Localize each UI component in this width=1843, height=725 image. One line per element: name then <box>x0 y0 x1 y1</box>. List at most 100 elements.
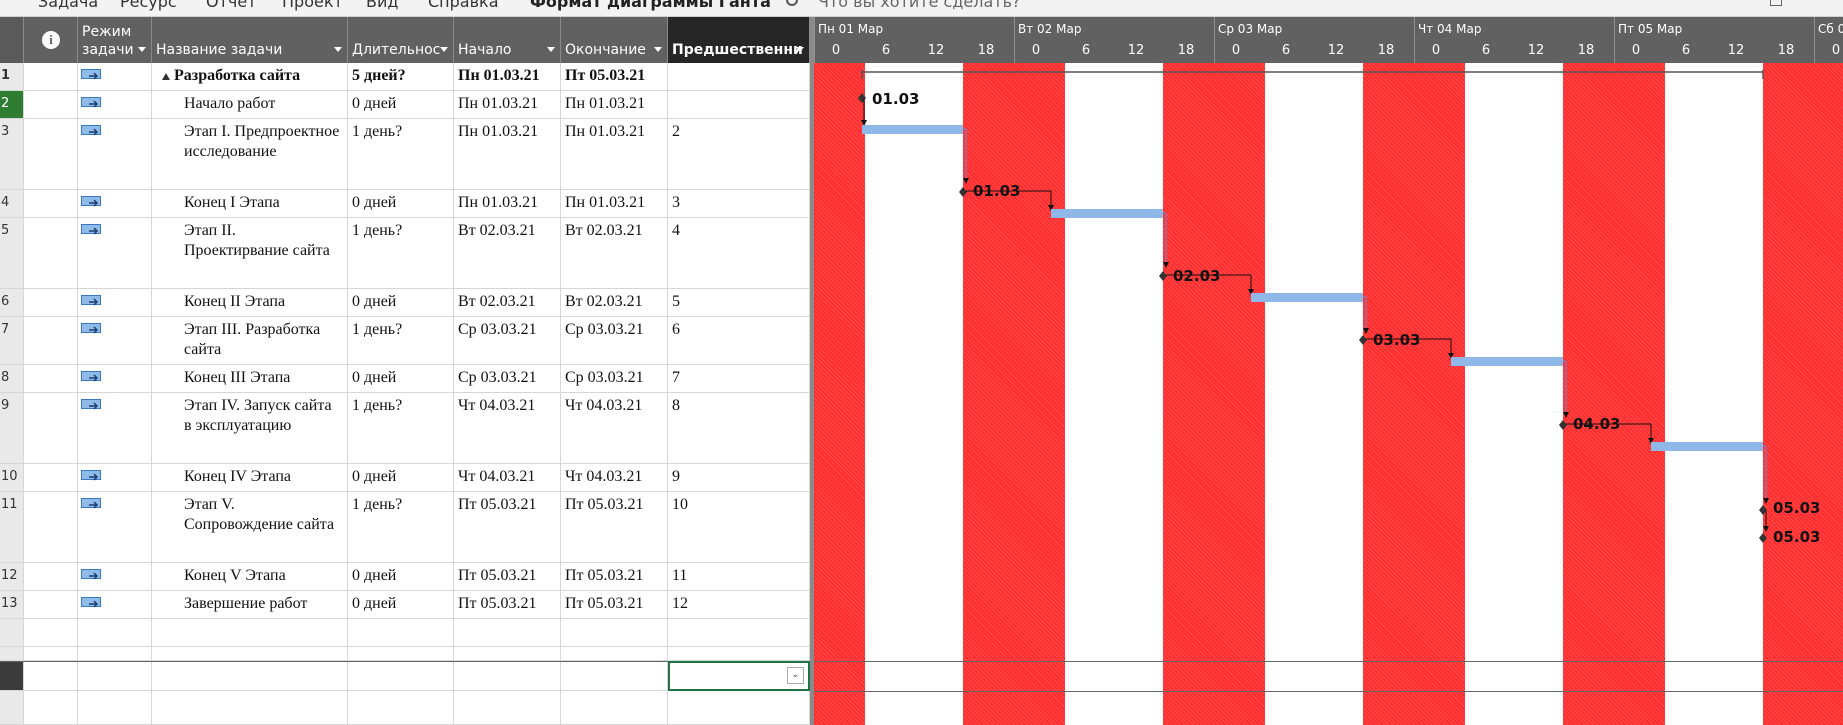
task-finish[interactable]: Вт 02.03.21 <box>561 289 668 316</box>
task-duration[interactable]: 0 дней <box>348 289 454 316</box>
task-name[interactable]: Конец I Этапа <box>152 190 348 217</box>
task-name[interactable]: Конец III Этапа <box>152 365 348 392</box>
ribbon-tab-project[interactable]: Проект <box>282 0 343 11</box>
task-predecessors[interactable]: 9 <box>668 464 810 491</box>
task-finish[interactable]: Пн 01.03.21 <box>561 119 668 189</box>
task-predecessors[interactable]: 12 <box>668 591 810 618</box>
task-predecessors[interactable]: 4 <box>668 218 810 288</box>
task-duration[interactable]: 1 день? <box>348 393 454 463</box>
table-row[interactable]: 12 Конец V Этапа 0 дней Пт 05.03.21 Пт 0… <box>0 563 810 591</box>
task-duration[interactable]: 0 дней <box>348 591 454 618</box>
task-predecessors[interactable]: 10 <box>668 492 810 562</box>
row-number[interactable]: 12 <box>0 563 24 590</box>
task-name[interactable]: Этап IV. Запуск сайта в эксплуатацию <box>152 393 348 463</box>
task-predecessors[interactable]: 6 <box>668 317 810 364</box>
table-row[interactable]: 11 Этап V. Сопровождение сайта 1 день? П… <box>0 492 810 563</box>
gantt-chart[interactable]: Пн 01 Мар Вт 02 Мар Ср 03 Мар Чт 04 Мар … <box>814 17 1843 725</box>
task-name[interactable]: Конец II Этапа <box>152 289 348 316</box>
task-duration[interactable]: 1 день? <box>348 119 454 189</box>
task-start[interactable]: Чт 04.03.21 <box>454 393 561 463</box>
predecessors-edit-cell[interactable]: ⌄ <box>668 661 810 691</box>
task-predecessors[interactable] <box>668 91 810 118</box>
table-row[interactable]: 2 Начало работ 0 дней Пн 01.03.21 Пн 01.… <box>0 91 810 119</box>
task-bar[interactable] <box>1051 209 1163 218</box>
task-predecessors[interactable]: 3 <box>668 190 810 217</box>
task-start[interactable]: Пт 05.03.21 <box>454 591 561 618</box>
table-row[interactable]: 13 Завершение работ 0 дней Пт 05.03.21 П… <box>0 591 810 619</box>
timescale-header[interactable]: Пн 01 Мар Вт 02 Мар Ср 03 Мар Чт 04 Мар … <box>814 17 1843 63</box>
task-name[interactable]: Этап II. Проектирвание сайта <box>152 218 348 288</box>
table-row[interactable]: 9 Этап IV. Запуск сайта в эксплуатацию 1… <box>0 393 810 464</box>
task-bar[interactable] <box>1251 293 1363 302</box>
task-duration[interactable]: 0 дней <box>348 365 454 392</box>
tell-me-search-input[interactable]: Что вы хотите сделать? <box>818 0 1021 11</box>
task-duration[interactable]: 1 день? <box>348 218 454 288</box>
task-bar[interactable] <box>1651 442 1763 451</box>
column-header-finish[interactable]: Окончание <box>561 17 668 63</box>
task-bar[interactable] <box>862 125 963 134</box>
row-number[interactable]: 3 <box>0 119 24 189</box>
task-start[interactable]: Пн 01.03.21 <box>454 91 561 118</box>
select-all-corner[interactable] <box>0 17 24 63</box>
task-start[interactable]: Пн 01.03.21 <box>454 190 561 217</box>
empty-row[interactable] <box>0 691 810 725</box>
search-icon[interactable] <box>786 0 798 6</box>
task-start[interactable]: Пн 01.03.21 <box>454 63 561 90</box>
task-name[interactable]: Конец V Этапа <box>152 563 348 590</box>
indicators-column-header[interactable]: i <box>24 17 78 63</box>
column-header-start[interactable]: Начало <box>454 17 561 63</box>
table-row[interactable]: 4 Конец I Этапа 0 дней Пн 01.03.21 Пн 01… <box>0 190 810 218</box>
task-finish[interactable]: Пн 01.03.21 <box>561 91 668 118</box>
task-start[interactable]: Ср 03.03.21 <box>454 365 561 392</box>
task-name[interactable]: Начало работ <box>152 91 348 118</box>
milestone-marker[interactable] <box>1359 335 1367 345</box>
chevron-down-icon[interactable] <box>334 47 342 52</box>
task-duration[interactable]: 1 день? <box>348 492 454 562</box>
row-number[interactable]: 7 <box>0 317 24 364</box>
milestone-marker[interactable] <box>1559 420 1567 430</box>
table-row[interactable]: 3 Этап I. Предпроектное исследование 1 д… <box>0 119 810 190</box>
task-finish[interactable]: Пт 05.03.21 <box>561 63 668 90</box>
task-predecessors[interactable] <box>668 63 810 90</box>
chevron-down-icon[interactable] <box>654 47 662 52</box>
chevron-down-icon[interactable] <box>547 47 555 52</box>
task-finish[interactable]: Пт 05.03.21 <box>561 492 668 562</box>
chevron-down-icon[interactable] <box>440 47 448 52</box>
table-row[interactable]: 10 Конец IV Этапа 0 дней Чт 04.03.21 Чт … <box>0 464 810 492</box>
task-start[interactable]: Пн 01.03.21 <box>454 119 561 189</box>
task-name[interactable]: Этап I. Предпроектное исследование <box>152 119 348 189</box>
row-number[interactable]: 4 <box>0 190 24 217</box>
task-predecessors[interactable]: 2 <box>668 119 810 189</box>
collapse-icon[interactable] <box>162 72 170 80</box>
ribbon-tab-task[interactable]: Задача <box>38 0 98 11</box>
task-duration[interactable]: 0 дней <box>348 563 454 590</box>
ribbon-tab-help[interactable]: Справка <box>428 0 499 11</box>
milestone-marker[interactable] <box>858 93 866 103</box>
task-predecessors[interactable]: 8 <box>668 393 810 463</box>
empty-row[interactable] <box>0 619 810 647</box>
column-header-mode[interactable]: Режим задачи <box>78 17 152 63</box>
table-row[interactable]: 7 Этап III. Разработка сайта 1 день? Ср … <box>0 317 810 365</box>
table-row[interactable]: 1 Разработка сайта 5 дней? Пн 01.03.21 П… <box>0 63 810 91</box>
task-start[interactable]: Чт 04.03.21 <box>454 464 561 491</box>
task-start[interactable]: Ср 03.03.21 <box>454 317 561 364</box>
task-finish[interactable]: Пн 01.03.21 <box>561 190 668 217</box>
row-number[interactable]: 8 <box>0 365 24 392</box>
row-number[interactable]: 2 <box>0 91 24 118</box>
milestone-marker[interactable] <box>1159 271 1167 281</box>
row-number[interactable]: 5 <box>0 218 24 288</box>
row-number[interactable]: 9 <box>0 393 24 463</box>
task-start[interactable]: Пт 05.03.21 <box>454 492 561 562</box>
task-start[interactable]: Пт 05.03.21 <box>454 563 561 590</box>
column-header-duration[interactable]: Длительнос <box>348 17 454 63</box>
task-start[interactable]: Вт 02.03.21 <box>454 289 561 316</box>
milestone-marker[interactable] <box>959 187 967 197</box>
table-row[interactable]: 5 Этап II. Проектирвание сайта 1 день? В… <box>0 218 810 289</box>
table-row[interactable]: 8 Конец III Этапа 0 дней Ср 03.03.21 Ср … <box>0 365 810 393</box>
task-name[interactable]: Этап V. Сопровождение сайта <box>152 492 348 562</box>
row-number[interactable]: 10 <box>0 464 24 491</box>
ribbon-tab-resource[interactable]: Ресурс <box>120 0 177 11</box>
row-number[interactable]: 1 <box>0 63 24 90</box>
ribbon-tab-view[interactable]: Вид <box>366 0 398 11</box>
task-finish[interactable]: Ср 03.03.21 <box>561 365 668 392</box>
